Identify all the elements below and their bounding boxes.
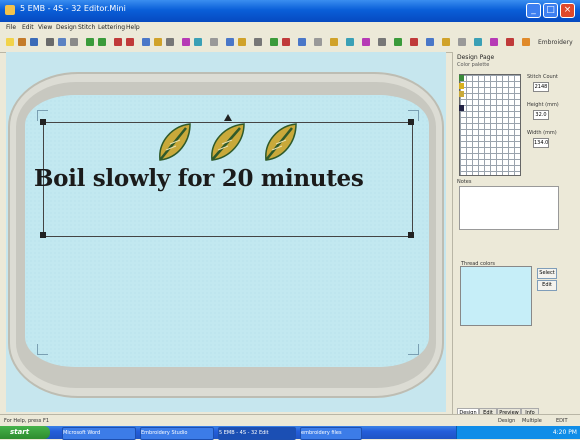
resize-handle-bottom-left[interactable] [40, 232, 46, 238]
copy-icon[interactable] [58, 38, 66, 46]
notes-box[interactable] [459, 186, 559, 230]
maximize-button[interactable]: □ [543, 3, 558, 18]
taskbar-item[interactable]: Embroidery Studio [140, 427, 214, 440]
select-button[interactable]: Select [537, 268, 557, 279]
color-swatch[interactable] [459, 105, 464, 111]
cut-icon[interactable] [46, 38, 54, 46]
stitch-icon[interactable] [226, 38, 234, 46]
menu-stitch[interactable]: Stitch [78, 24, 95, 31]
panel-title: Design Page [457, 54, 495, 61]
palette-icon[interactable] [522, 38, 530, 46]
status-selection: Multiple [522, 418, 542, 424]
preview-icon[interactable] [474, 38, 482, 46]
fill-icon[interactable] [270, 38, 278, 46]
new-icon[interactable] [6, 38, 14, 46]
color-icon[interactable] [238, 38, 246, 46]
zoom-out-icon[interactable] [126, 38, 134, 46]
print-icon[interactable] [426, 38, 434, 46]
mirror-icon[interactable] [194, 38, 202, 46]
taskbar: start Microsoft Word Embroidery Studio 5… [0, 426, 580, 440]
safe-area-corner [408, 344, 419, 355]
save-icon[interactable] [30, 38, 38, 46]
export-icon[interactable] [442, 38, 450, 46]
minimize-button[interactable]: _ [526, 3, 541, 18]
color-swatch[interactable] [459, 83, 464, 89]
satin-icon[interactable] [298, 38, 306, 46]
open-icon[interactable] [18, 38, 26, 46]
group-icon[interactable] [346, 38, 354, 46]
toolbar-dropdown[interactable]: Embroidery [538, 39, 573, 46]
menu-lettering[interactable]: Lettering [98, 24, 125, 31]
undo-icon[interactable] [86, 38, 94, 46]
delete-icon[interactable] [410, 38, 418, 46]
window-title: 5 EMB - 4S - 32 Editor.Mini [20, 4, 126, 13]
color-grid[interactable] [459, 74, 521, 176]
ungroup-icon[interactable] [362, 38, 370, 46]
menu-bar: File Edit View Design Stitch Lettering H… [0, 22, 580, 34]
taskbar-item[interactable]: Microsoft Word [62, 427, 136, 440]
resize-handle-top-left[interactable] [40, 119, 46, 125]
lock-icon[interactable] [330, 38, 338, 46]
zoom-in-icon[interactable] [114, 38, 122, 46]
menu-help[interactable]: Help [126, 24, 140, 31]
rotate-handle[interactable] [224, 114, 232, 121]
hoop-icon[interactable] [254, 38, 262, 46]
resize-handle-bottom-right[interactable] [408, 232, 414, 238]
width-label: Width (mm) [527, 130, 557, 136]
run-icon[interactable] [314, 38, 322, 46]
edit-button[interactable]: Edit [537, 280, 557, 291]
height-field[interactable]: 32.0 [533, 110, 549, 120]
redo-icon[interactable] [98, 38, 106, 46]
menu-design[interactable]: Design [56, 24, 77, 31]
preview-box [460, 266, 532, 326]
menu-edit[interactable]: Edit [22, 24, 34, 31]
color-swatch[interactable] [459, 91, 464, 97]
width-field[interactable]: 134.0 [533, 138, 549, 148]
stop-icon[interactable] [506, 38, 514, 46]
select-icon[interactable] [142, 38, 150, 46]
thread-icon[interactable] [490, 38, 498, 46]
stitch-count-field[interactable]: 2148 [533, 82, 549, 92]
status-edit: EDIT [556, 418, 568, 424]
toolbar: Embroidery [0, 34, 580, 53]
clock: 4:20 PM [552, 429, 577, 436]
close-button[interactable]: × [560, 3, 575, 18]
menu-view[interactable]: View [38, 24, 52, 31]
paste-icon[interactable] [70, 38, 78, 46]
grid-icon[interactable] [210, 38, 218, 46]
safe-area-corner [37, 344, 48, 355]
taskbar-item-active[interactable]: 5 EMB - 4S - 32 Edit [218, 427, 296, 440]
taskbar-item[interactable]: embroidery files [300, 427, 362, 440]
outline-icon[interactable] [282, 38, 290, 46]
settings-icon[interactable] [458, 38, 466, 46]
center-icon[interactable] [378, 38, 386, 46]
menu-file[interactable]: File [6, 24, 16, 31]
design-panel: Design Page Color palette Stitch Count 2… [452, 52, 580, 419]
system-tray: 4:20 PM [456, 426, 580, 439]
stitch-count-label: Stitch Count [527, 74, 558, 80]
title-bar: 5 EMB - 4S - 32 Editor.Mini _ □ × [0, 0, 580, 22]
check-icon[interactable] [394, 38, 402, 46]
status-mode: Design [498, 418, 516, 424]
resize-handle-top-right[interactable] [408, 119, 414, 125]
notes-label: Notes [457, 179, 472, 185]
app-icon [5, 5, 15, 15]
height-label: Height (mm) [527, 102, 559, 108]
panel-subtitle: Color palette [457, 62, 490, 68]
rotate-icon[interactable] [182, 38, 190, 46]
color-swatch[interactable] [459, 75, 464, 81]
text-icon[interactable] [154, 38, 162, 46]
design-lettering[interactable]: Boil slowly for 20 minutes [34, 165, 364, 192]
align-icon[interactable] [166, 38, 174, 46]
start-button[interactable]: start [0, 426, 50, 439]
status-text: For Help, press F1 [4, 418, 50, 424]
